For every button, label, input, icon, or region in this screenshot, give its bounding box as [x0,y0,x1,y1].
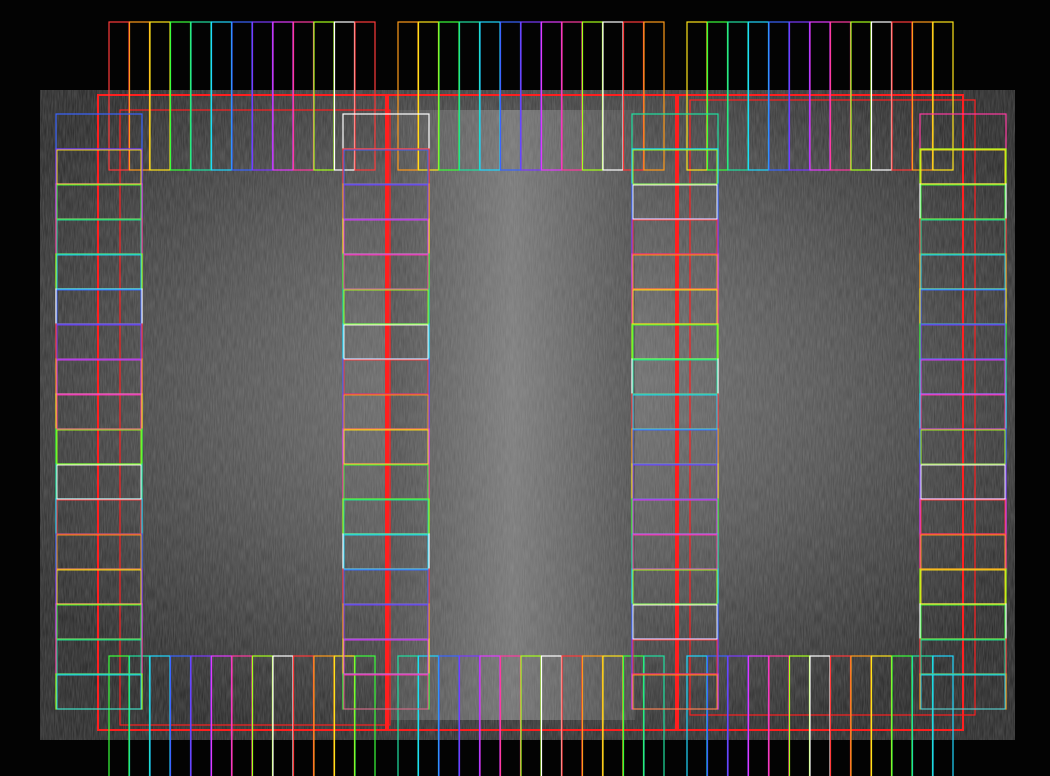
micrograph-canvas [0,0,1050,776]
micrograph-scene [0,0,1050,776]
die-texture [40,90,1015,740]
